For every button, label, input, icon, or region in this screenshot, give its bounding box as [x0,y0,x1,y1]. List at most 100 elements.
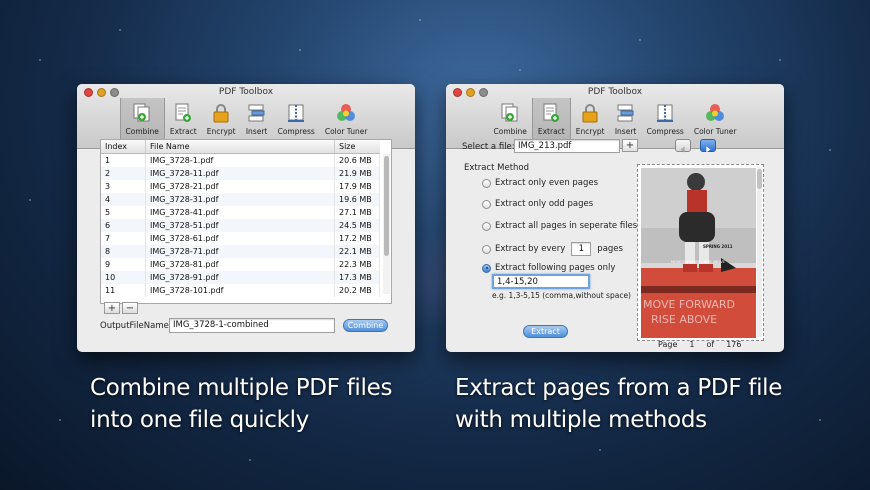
window-title: PDF Toolbox [587,87,643,97]
cell-size: 22.1 MB [334,245,380,258]
combine-button[interactable]: Combine [343,319,388,332]
every-pages-input[interactable]: 1 [571,242,592,256]
previous-page-button[interactable] [675,139,691,153]
cell-file-name: IMG_3728-41.pdf [145,206,335,219]
option-label: Extract following pages only [495,263,616,273]
option-following-pages[interactable]: Extract following pages only [482,263,615,273]
file-table[interactable]: Index File Name Size 1 IMG_3728-1.pdf 20.6… [100,139,392,304]
cell-index: 6 [101,219,146,232]
color-tuner-icon [337,104,356,121]
radio-button[interactable] [482,221,491,231]
cell-size: 19.6 MB [334,193,380,206]
cell-file-name: IMG_3728-81.pdf [145,258,335,271]
cell-size: 24.5 MB [334,219,380,232]
column-size[interactable]: Size [334,140,380,154]
tool-label: Compress [646,127,684,136]
right-caption: Extract pages from a PDF file with multi… [455,372,782,436]
column-index[interactable]: Index [101,140,146,154]
window-title: PDF Toolbox [218,87,274,97]
cell-index: 1 [101,153,146,167]
file-path-input[interactable]: IMG_213.pdf [514,139,620,153]
thumbnail-text-rise-above: RISE ABOVE [651,313,718,326]
cell-index: 10 [101,271,146,284]
table-row[interactable]: 4 IMG_3728-31.pdf 19.6 MB [101,193,380,206]
table-row[interactable]: 6 IMG_3728-51.pdf 24.5 MB [101,219,380,232]
caption-line: into one file quickly [90,407,310,433]
radio-button[interactable] [482,199,491,209]
color-tuner-icon [706,104,725,121]
option-label: Extract by every [495,244,566,254]
cell-size: 21.9 MB [334,167,380,180]
table-row[interactable]: 9 IMG_3728-81.pdf 22.3 MB [101,258,380,271]
cell-size: 17.3 MB [334,271,380,284]
insert-icon [248,104,265,122]
option-all-separate[interactable]: Extract all pages in seperate files [482,221,637,231]
page-label: Page [658,340,678,349]
table-row[interactable]: 10 IMG_3728-91.pdf 17.3 MB [101,271,380,284]
table-row[interactable]: 2 IMG_3728-11.pdf 21.9 MB [101,167,380,180]
page-ranges-input[interactable]: 1,4-15,20 [492,274,590,289]
tool-label: Insert [245,127,268,136]
extract-method-title: Extract Method [464,163,530,173]
option-by-every[interactable]: Extract by every 1 pages [482,242,623,256]
extract-icon [543,103,560,122]
option-even-pages[interactable]: Extract only even pages [482,178,598,188]
column-file-name[interactable]: File Name [145,140,335,154]
left-caption: Combine multiple PDF files into one file… [90,372,392,436]
cell-file-name: IMG_3728-51.pdf [145,219,335,232]
output-file-name-input[interactable]: IMG_3728-1-combined [169,318,335,333]
table-row[interactable]: 11 IMG_3728-101.pdf 20.2 MB [101,284,380,297]
table-row[interactable]: 3 IMG_3728-21.pdf 17.9 MB [101,180,380,193]
table-scrollbar[interactable] [383,154,390,294]
remove-file-button[interactable]: − [122,302,138,314]
page-thumbnail: SPRING 2011 MOVE FORWARD | RISE ABOVE MO… [641,168,756,338]
table-row[interactable]: 8 IMG_3728-71.pdf 22.1 MB [101,245,380,258]
radio-button-selected[interactable] [482,263,491,273]
cell-file-name: IMG_3728-91.pdf [145,271,335,284]
cell-file-name: IMG_3728-101.pdf [145,284,335,297]
cell-size: 22.3 MB [334,258,380,271]
table-row[interactable]: 5 IMG_3728-41.pdf 27.1 MB [101,206,380,219]
cell-index: 11 [101,284,146,297]
cell-file-name: IMG_3728-1.pdf [145,153,335,167]
add-file-button[interactable]: + [622,139,638,152]
option-odd-pages[interactable]: Extract only odd pages [482,199,593,209]
page-indicator: Page 1 of 176 [658,340,741,349]
arrow-right-icon [706,146,711,153]
table-header-row: Index File Name Size [101,140,380,154]
next-page-button[interactable] [700,139,716,153]
tool-color-tuner[interactable]: Color Tuner [689,98,742,146]
encrypt-icon [582,104,598,123]
arrow-left-icon [680,146,685,153]
table-row[interactable]: 1 IMG_3728-1.pdf 20.6 MB [101,153,380,167]
page-ranges-hint: e.g. 1,3-5,15 (comma,without space) [492,291,631,300]
thumbnail-text-spring: SPRING 2011 [703,244,733,249]
option-label: Extract all pages in seperate files [495,221,638,231]
page-preview[interactable]: SPRING 2011 MOVE FORWARD | RISE ABOVE MO… [637,164,764,341]
extract-button[interactable]: Extract [523,325,568,338]
tool-label: Color Tuner [693,127,737,136]
add-file-button[interactable]: + [104,302,120,314]
tool-label: Insert [614,127,637,136]
insert-icon [617,104,634,122]
compress-icon [657,104,674,122]
preview-scrollbar[interactable] [757,167,762,337]
scrollbar-thumb[interactable] [384,156,389,256]
cell-size: 17.9 MB [334,180,380,193]
tool-label: Combine [125,127,159,136]
cell-file-name: IMG_3728-31.pdf [145,193,335,206]
radio-button[interactable] [482,178,491,188]
scrollbar-thumb[interactable] [757,169,762,189]
cell-index: 2 [101,167,146,180]
encrypt-icon [213,104,229,123]
cell-file-name: IMG_3728-71.pdf [145,245,335,258]
table-row[interactable]: 7 IMG_3728-61.pdf 17.2 MB [101,232,380,245]
output-file-name-label: OutputFileName: [100,321,172,331]
option-label: Extract only odd pages [495,199,594,209]
radio-button[interactable] [482,244,491,254]
current-page: 1 [689,340,695,349]
combine-icon [133,103,150,122]
thumbnail-text-tagline: MOVE FORWARD | RISE ABOVE [671,260,725,264]
cell-index: 4 [101,193,146,206]
cell-file-name: IMG_3728-61.pdf [145,232,335,245]
